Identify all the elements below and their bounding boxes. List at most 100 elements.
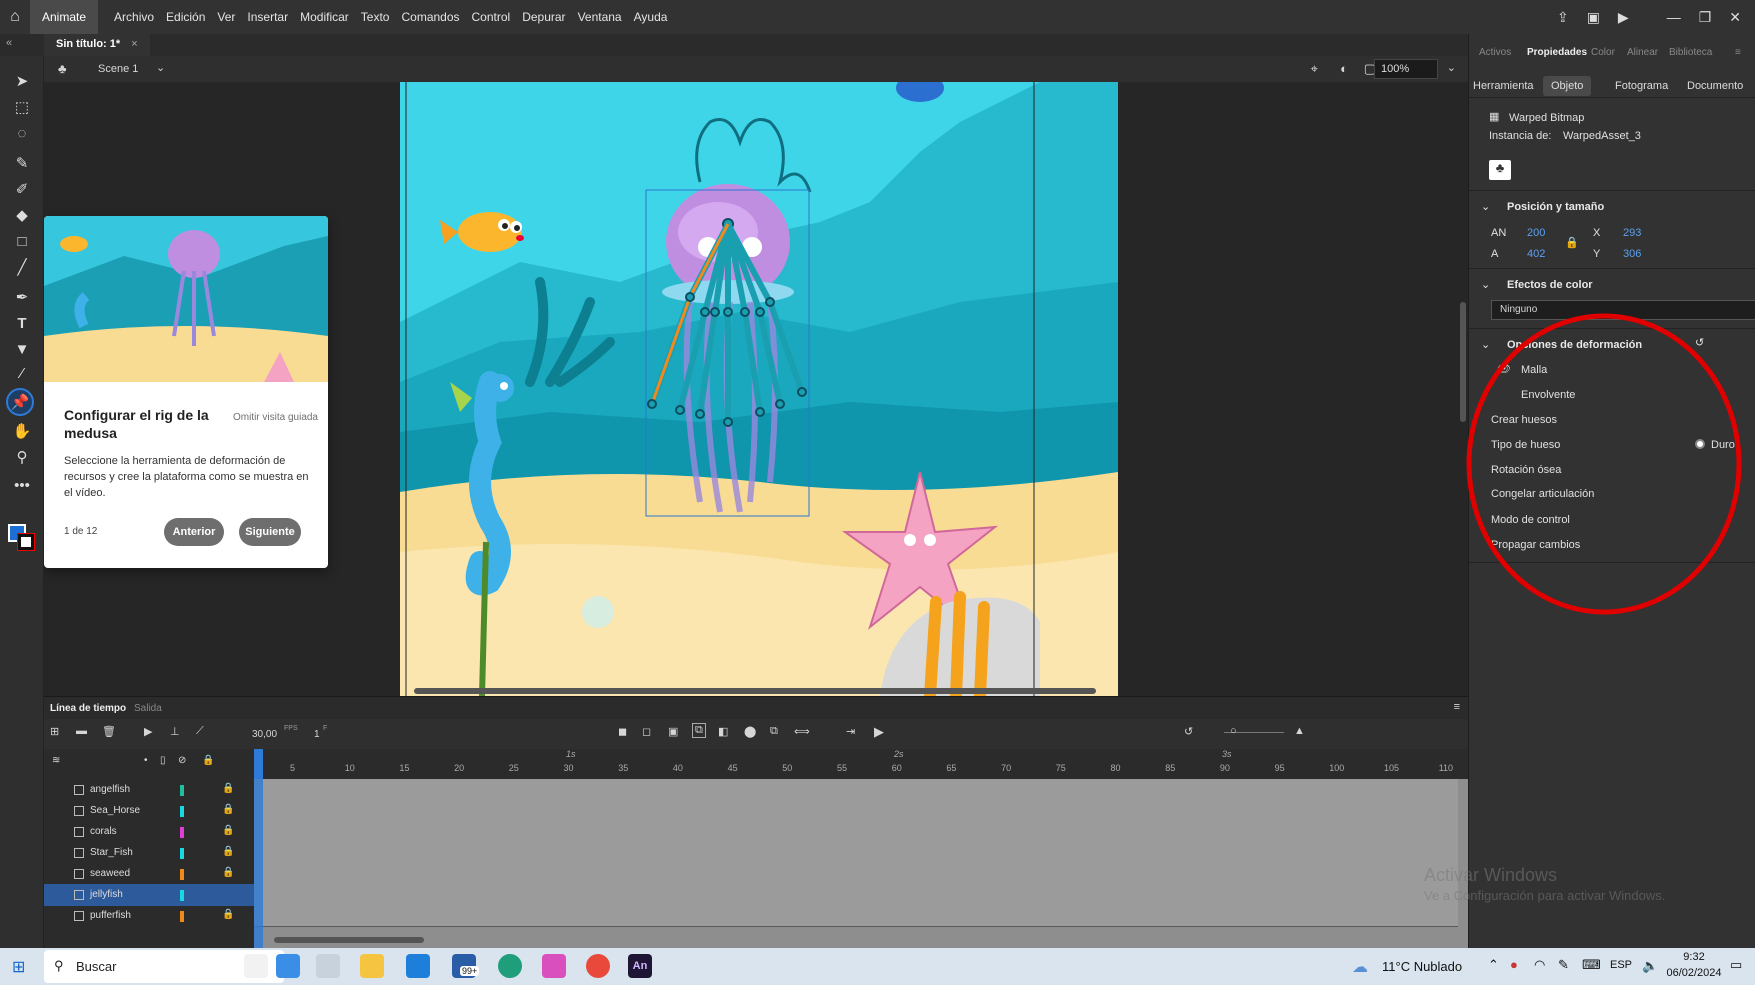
onion-skin-icon[interactable]: ⬤ <box>744 725 756 738</box>
zoom-tool-icon[interactable]: ⚲ <box>10 446 34 468</box>
next-button[interactable]: Siguiente <box>239 518 301 546</box>
lasso-tool-icon[interactable]: ◌ <box>10 122 34 144</box>
lock-icon[interactable]: 🔒 <box>222 909 234 920</box>
layer-jellyfish[interactable]: jellyfish <box>44 884 254 906</box>
more-tools-icon[interactable]: ••• <box>10 474 34 496</box>
position-size-header[interactable]: Posición y tamaño <box>1507 201 1604 213</box>
collapse-icon[interactable]: « <box>6 37 12 49</box>
tray-app-icon[interactable]: ● <box>1510 957 1518 972</box>
frame-row[interactable] <box>254 779 1458 801</box>
windows-start-icon[interactable]: ⊞ <box>12 957 25 977</box>
frame-row[interactable] <box>254 884 1458 906</box>
menu-depurar[interactable]: Depurar <box>516 10 571 24</box>
free-transform-tool-icon[interactable]: ⬚ <box>10 96 34 118</box>
fill-color-swatch[interactable] <box>17 533 35 551</box>
zoom-slider-handle[interactable]: ○ <box>1230 725 1237 737</box>
rectangle-tool-icon[interactable]: □ <box>10 230 34 252</box>
eyedropper-tool-icon[interactable]: ⁄ <box>10 362 34 384</box>
layer-pufferfish[interactable]: pufferfish 🔒 <box>44 905 254 927</box>
tab-output[interactable]: Salida <box>134 703 162 714</box>
skip-tour-link[interactable]: Omitir visita guiada <box>233 412 318 423</box>
menu-ventana[interactable]: Ventana <box>572 10 628 24</box>
previous-button[interactable]: Anterior <box>164 518 224 546</box>
menu-insertar[interactable]: Insertar <box>241 10 294 24</box>
undo-icon[interactable]: ↺ <box>1184 725 1193 738</box>
keyboard-icon[interactable]: ⌨ <box>1582 957 1601 973</box>
frame-icon[interactable]: ▣ <box>668 725 678 738</box>
menu-ver[interactable]: Ver <box>211 10 241 24</box>
playhead[interactable] <box>254 749 263 779</box>
lock-icon[interactable]: 🔒 <box>222 804 234 815</box>
menu-texto[interactable]: Texto <box>355 10 396 24</box>
menu-control[interactable]: Control <box>466 10 517 24</box>
document-tab[interactable]: Sin título: 1* × <box>44 34 150 56</box>
menu-ayuda[interactable]: Ayuda <box>628 10 674 24</box>
stage-canvas[interactable] <box>400 82 1118 696</box>
restore-icon[interactable]: ❐ <box>1699 9 1712 26</box>
photos-icon[interactable] <box>542 954 566 978</box>
visibility-icon[interactable]: ⊘ <box>178 755 186 766</box>
highlight-icon[interactable]: • <box>144 755 148 766</box>
close-tab-icon[interactable]: × <box>131 38 137 50</box>
lock-icon[interactable]: 🔒 <box>222 846 234 857</box>
minimize-icon[interactable]: — <box>1667 9 1681 25</box>
delete-layer-icon[interactable]: 🗑 <box>102 725 116 738</box>
new-layer-icon[interactable]: ⊞ <box>50 725 59 738</box>
hand-tool-icon[interactable]: ✋ <box>10 420 34 442</box>
home-icon[interactable]: ⌂ <box>0 0 30 34</box>
blank-keyframe-icon[interactable]: ◻ <box>642 725 651 738</box>
clock-date[interactable]: 06/02/2024 <box>1664 967 1724 979</box>
zoom-input[interactable]: 100% <box>1374 59 1438 79</box>
frame-row[interactable] <box>254 821 1458 843</box>
zoom-dropdown-icon[interactable]: ⌄ <box>1447 61 1456 74</box>
tab-alinear[interactable]: Alinear <box>1627 47 1658 58</box>
frame-row[interactable] <box>254 800 1458 822</box>
share-icon[interactable]: ⇪ <box>1557 9 1569 26</box>
width-value[interactable]: 200 <box>1527 227 1545 239</box>
layer-angelfish[interactable]: angelfish 🔒 <box>44 779 254 801</box>
paint-brush-tool-icon[interactable]: ✐ <box>10 178 34 200</box>
pen-tool-icon[interactable]: ✒ <box>10 286 34 308</box>
frame-row[interactable] <box>254 863 1458 885</box>
tab-fotograma[interactable]: Fotograma <box>1615 80 1668 92</box>
lock-icon[interactable]: 🔒 <box>222 783 234 794</box>
height-value[interactable]: 402 <box>1527 248 1545 260</box>
scene-name[interactable]: Scene 1 <box>98 63 138 75</box>
scene-icon[interactable]: ♣ <box>58 61 67 76</box>
parenting-icon[interactable]: ⊥ <box>170 725 180 738</box>
outline-icon[interactable]: ▯ <box>160 755 166 766</box>
tab-propiedades[interactable]: Propiedades <box>1527 47 1587 58</box>
menu-edicion[interactable]: Edición <box>160 10 211 24</box>
color-effects-header[interactable]: Efectos de color <box>1507 279 1593 291</box>
motion-tween-icon[interactable]: ◧ <box>718 725 728 738</box>
lock-all-icon[interactable]: 🔒 <box>202 755 214 766</box>
insert-keyframe-icon[interactable]: ◼ <box>618 725 627 738</box>
language-indicator[interactable]: ESP <box>1610 959 1632 971</box>
frame-row[interactable] <box>254 905 1458 927</box>
app-icon[interactable] <box>276 954 300 978</box>
selection-tool-icon[interactable]: ➤ <box>10 70 34 92</box>
task-view-icon[interactable] <box>316 954 340 978</box>
store-icon[interactable] <box>406 954 430 978</box>
stage-scrollbar-horizontal[interactable] <box>414 688 1096 694</box>
tab-documento[interactable]: Documento <box>1687 80 1743 92</box>
edit-multiple-icon[interactable]: ⧉ <box>770 725 778 738</box>
timeline-scrollbar[interactable] <box>274 937 424 943</box>
current-frame[interactable]: 1 <box>314 729 320 740</box>
symbol-icon[interactable]: ♣ <box>1489 160 1511 180</box>
chrome-icon[interactable] <box>586 954 610 978</box>
notifications-icon[interactable]: ▭ <box>1730 957 1742 973</box>
x-value[interactable]: 293 <box>1623 227 1641 239</box>
menu-comandos[interactable]: Comandos <box>395 10 465 24</box>
timeline-menu-icon[interactable]: ≡ <box>1454 701 1460 713</box>
center-stage-icon[interactable]: ⌖ <box>1311 61 1318 77</box>
warp-tween-icon[interactable]: ⧉ <box>692 723 706 738</box>
menu-modificar[interactable]: Modificar <box>294 10 355 24</box>
tray-chevron-icon[interactable]: ⌃ <box>1488 957 1499 973</box>
menu-archivo[interactable]: Archivo <box>108 10 160 24</box>
animate-taskbar-icon[interactable]: An <box>628 954 652 978</box>
layer-sea-horse[interactable]: Sea_Horse 🔒 <box>44 800 254 822</box>
file-explorer-icon[interactable] <box>360 954 384 978</box>
asset-warp-tool-icon[interactable]: 📌 <box>6 388 34 416</box>
export-icon[interactable]: ⇥ <box>846 725 855 738</box>
